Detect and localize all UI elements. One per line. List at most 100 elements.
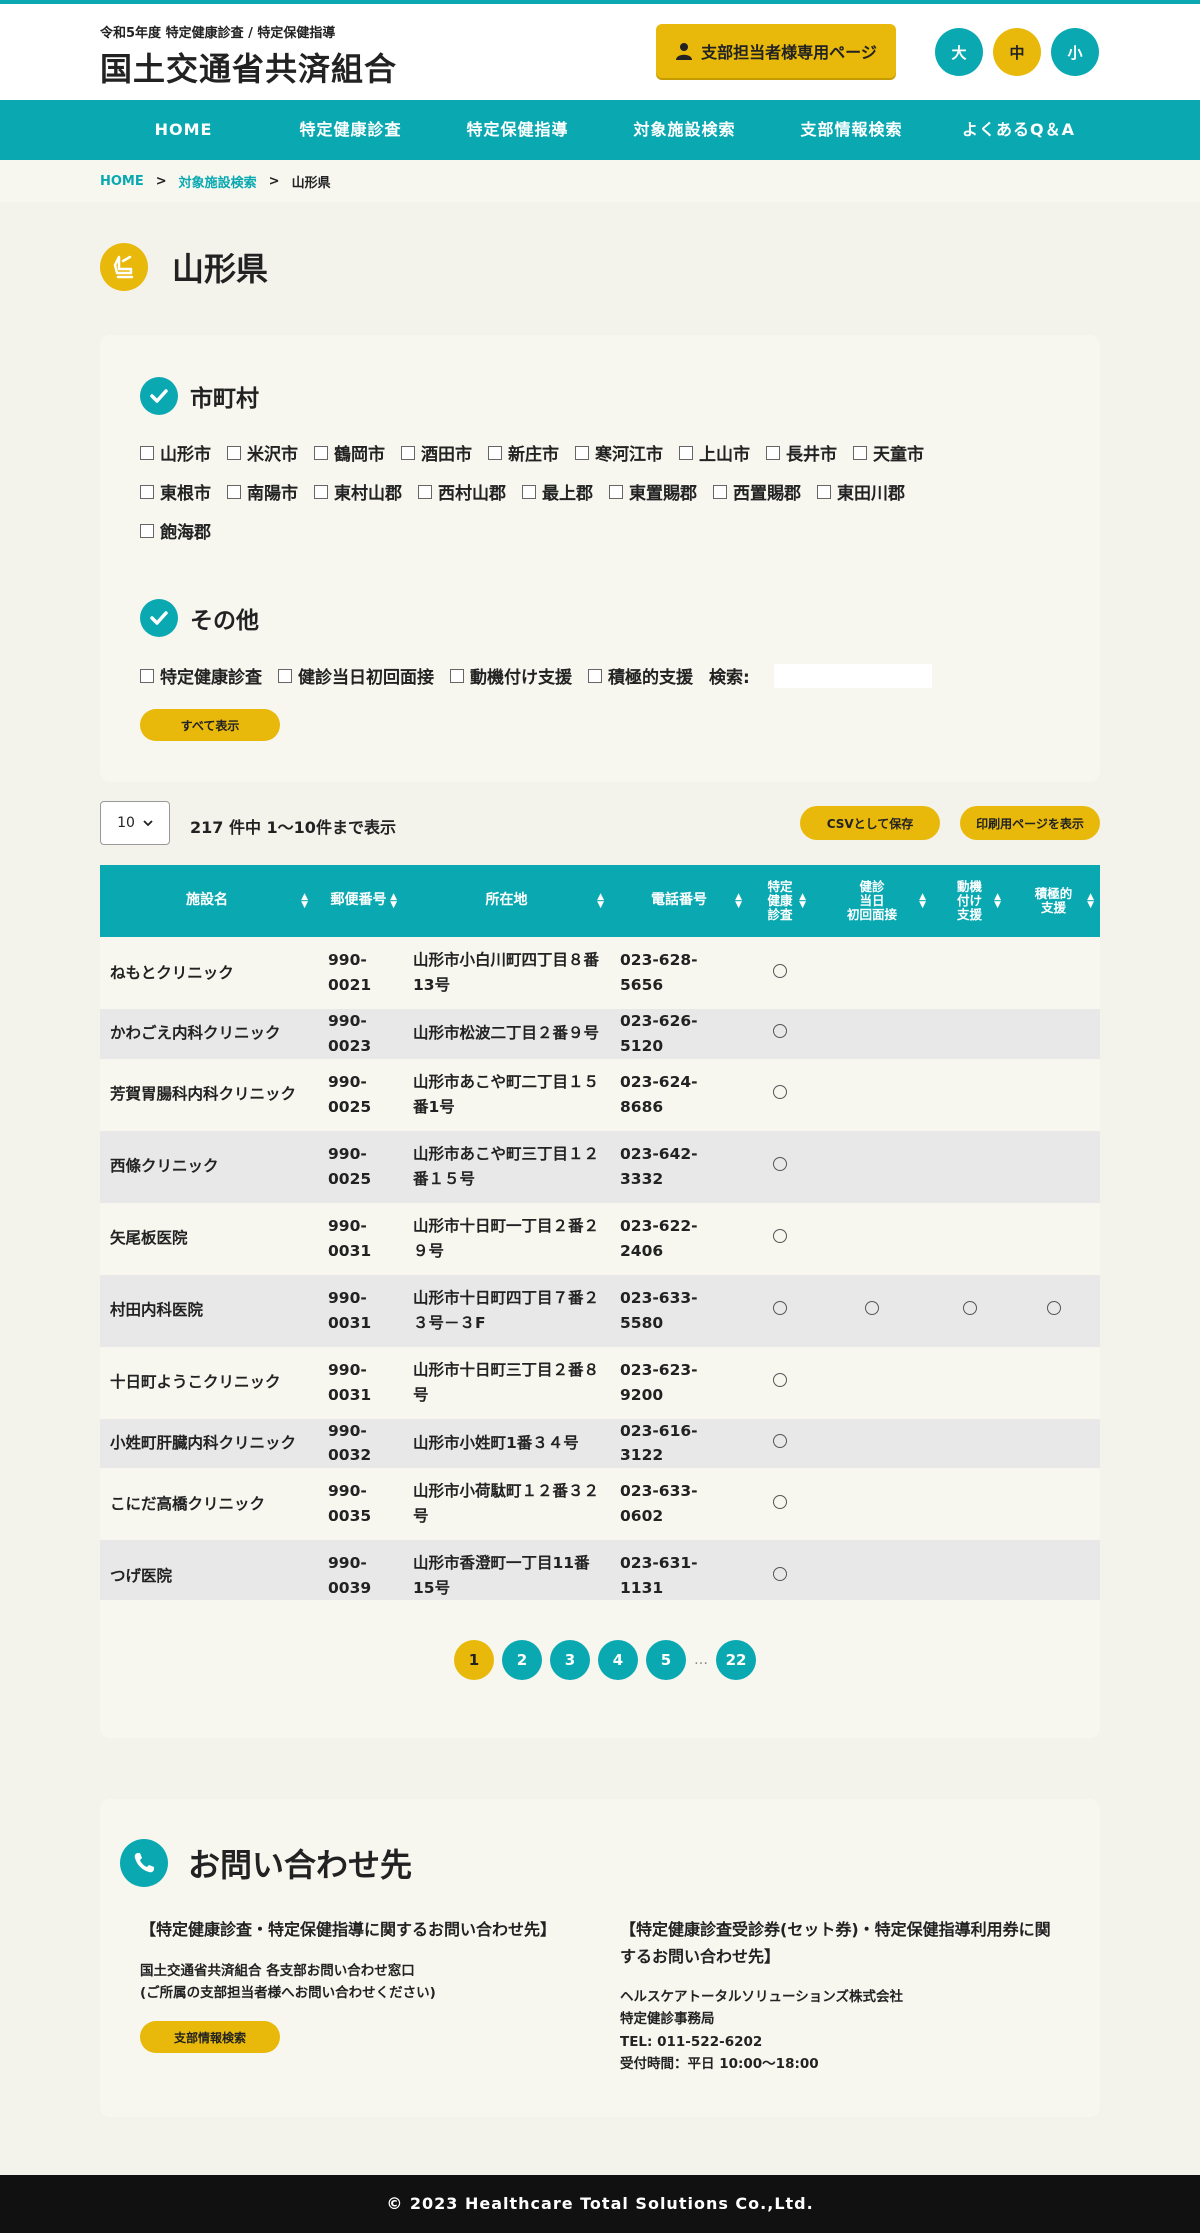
nav-branch-search[interactable]: 支部情報検索 xyxy=(768,100,935,160)
city-checkbox[interactable]: 長井市 xyxy=(766,440,837,465)
font-size-large-button[interactable]: 大 xyxy=(935,28,983,76)
checkbox-box[interactable] xyxy=(575,445,589,460)
city-checkbox[interactable]: 最上郡 xyxy=(522,479,593,504)
col-header-address[interactable]: 所在地 ▲ ▼ xyxy=(403,865,610,937)
city-checkbox[interactable]: 東村山郡 xyxy=(314,479,402,504)
sort-icon[interactable]: ▲ ▼ xyxy=(735,893,742,910)
checkbox-box[interactable] xyxy=(609,484,623,499)
city-checkbox[interactable]: 飽海郡 xyxy=(140,518,211,543)
font-size-medium-button[interactable]: 中 xyxy=(993,28,1041,76)
sort-icon[interactable]: ▲ ▼ xyxy=(919,893,926,910)
checkbox-box[interactable] xyxy=(227,445,241,460)
member-page-button[interactable]: 支部担当者様専用ページ xyxy=(656,24,896,78)
page-button-current[interactable]: 1 xyxy=(454,1640,494,1680)
search-input[interactable] xyxy=(773,663,932,688)
city-checkbox[interactable]: 天童市 xyxy=(853,440,924,465)
city-checkbox[interactable]: 酒田市 xyxy=(401,440,472,465)
contact-right-heading-line: 【特定健康診査受診券(セット券)・特定保健指導利用券に関 xyxy=(620,1920,1051,1939)
facility-name-cell: 村田内科医院 xyxy=(110,1301,204,1320)
checkup-checkbox[interactable]: 特定健康診査 xyxy=(140,663,262,688)
active-support-checkbox[interactable]: 積極的支援 xyxy=(588,663,693,688)
motivational-support-checkbox[interactable]: 動機付け支援 xyxy=(450,663,572,688)
nav-facility-search[interactable]: 対象施設検索 xyxy=(601,100,768,160)
sort-icon[interactable]: ▲ ▼ xyxy=(799,893,806,910)
nav-faq[interactable]: よくあるQ＆A xyxy=(935,100,1102,160)
col-header-tel[interactable]: 電話番号 ▲ ▼ xyxy=(610,865,748,937)
city-checkbox[interactable]: 上山市 xyxy=(679,440,750,465)
city-checkbox[interactable]: 東根市 xyxy=(140,479,211,504)
checkbox-box[interactable] xyxy=(713,484,727,499)
address-cell: 山形市十日町一丁目２番２９号 xyxy=(413,1216,600,1260)
page-button-last[interactable]: 22 xyxy=(716,1640,756,1680)
same-day-interview-checkbox[interactable]: 健診当日初回面接 xyxy=(278,663,434,688)
sort-icon[interactable]: ▲ ▼ xyxy=(597,893,604,910)
site-title[interactable]: 国土交通省共済組合 xyxy=(100,44,397,90)
checkbox-box[interactable] xyxy=(401,445,415,460)
city-checkbox[interactable]: 南陽市 xyxy=(227,479,298,504)
checkup-cell xyxy=(748,1203,812,1275)
city-label: 東村山郡 xyxy=(334,484,402,504)
page-button[interactable]: 4 xyxy=(598,1640,638,1680)
table-row: 小姓町肝臓内科クリニック 990-0032 山形市小姓町1番３４号 023-616-3… xyxy=(100,1418,1100,1469)
nav-health-checkup[interactable]: 特定健康診査 xyxy=(267,100,434,160)
print-page-button[interactable]: 印刷用ページを表示 xyxy=(960,806,1100,840)
show-all-button[interactable]: すべて表示 xyxy=(140,709,280,741)
sort-icon[interactable]: ▲ ▼ xyxy=(301,893,308,910)
breadcrumb-home[interactable]: HOME xyxy=(100,174,144,189)
col-header-zip[interactable]: 郵便番号 ▲ ▼ xyxy=(314,865,403,937)
checkbox-box[interactable] xyxy=(450,668,464,683)
circle-mark-icon xyxy=(773,1494,787,1509)
checkbox-box[interactable] xyxy=(766,445,780,460)
address-cell: 山形市松波二丁目２番９号 xyxy=(413,1024,600,1043)
checkbox-box[interactable] xyxy=(140,445,154,460)
checkbox-box[interactable] xyxy=(227,484,241,499)
checkbox-box[interactable] xyxy=(488,445,502,460)
col-header-checkup[interactable]: 特定 健康 診査 ▲ ▼ xyxy=(748,865,812,937)
nav-health-guidance[interactable]: 特定保健指導 xyxy=(434,100,601,160)
city-checkbox[interactable]: 鶴岡市 xyxy=(314,440,385,465)
address-cell: 山形市あこや町三丁目１２番１５号 xyxy=(413,1144,600,1188)
checkbox-box[interactable] xyxy=(314,484,328,499)
circle-mark-icon xyxy=(773,1373,787,1388)
col-header-same-day[interactable]: 健診 当日 初回面接 ▲ ▼ xyxy=(812,865,932,937)
sort-icon[interactable]: ▲ ▼ xyxy=(994,893,1001,910)
csv-save-button[interactable]: CSVとして保存 xyxy=(800,806,940,840)
circle-mark-icon xyxy=(773,1301,787,1316)
per-page-select[interactable]: 10 xyxy=(100,801,170,845)
col-header-name[interactable]: 施設名 ▲ ▼ xyxy=(100,865,314,937)
city-checkbox[interactable]: 東田川郡 xyxy=(817,479,905,504)
checkbox-box[interactable] xyxy=(140,668,154,683)
city-checkbox[interactable]: 東置賜郡 xyxy=(609,479,697,504)
font-size-small-button[interactable]: 小 xyxy=(1051,28,1099,76)
col-header-active[interactable]: 積極的 支援 ▲ ▼ xyxy=(1007,865,1100,937)
city-checkbox[interactable]: 米沢市 xyxy=(227,440,298,465)
city-checkbox[interactable]: 西置賜郡 xyxy=(713,479,801,504)
page-button[interactable]: 5 xyxy=(646,1640,686,1680)
breadcrumb-facility-search[interactable]: 対象施設検索 xyxy=(179,172,257,191)
checkbox-box[interactable] xyxy=(140,523,154,538)
active-support-cell xyxy=(1007,1131,1100,1203)
nav-home[interactable]: HOME xyxy=(100,100,267,160)
sort-icon[interactable]: ▲ ▼ xyxy=(390,893,397,910)
checkbox-box[interactable] xyxy=(140,484,154,499)
checkbox-box[interactable] xyxy=(817,484,831,499)
circle-mark-icon xyxy=(773,1566,787,1581)
breadcrumb-current: 山形県 xyxy=(291,175,331,191)
page-button[interactable]: 2 xyxy=(502,1640,542,1680)
checkbox-box[interactable] xyxy=(588,668,602,683)
col-header-motivational[interactable]: 動機 付け 支援 ▲ ▼ xyxy=(932,865,1007,937)
city-checkbox[interactable]: 西村山郡 xyxy=(418,479,506,504)
city-label: 長井市 xyxy=(786,445,837,465)
checkbox-box[interactable] xyxy=(853,445,867,460)
branch-search-button[interactable]: 支部情報検索 xyxy=(140,2021,280,2053)
checkbox-box[interactable] xyxy=(314,445,328,460)
checkbox-box[interactable] xyxy=(278,668,292,683)
city-checkbox[interactable]: 新庄市 xyxy=(488,440,559,465)
city-checkbox[interactable]: 山形市 xyxy=(140,440,211,465)
sort-icon[interactable]: ▲ ▼ xyxy=(1087,893,1094,910)
checkbox-box[interactable] xyxy=(679,445,693,460)
city-checkbox[interactable]: 寒河江市 xyxy=(575,440,663,465)
checkbox-box[interactable] xyxy=(418,484,432,499)
checkbox-box[interactable] xyxy=(522,484,536,499)
page-button[interactable]: 3 xyxy=(550,1640,590,1680)
